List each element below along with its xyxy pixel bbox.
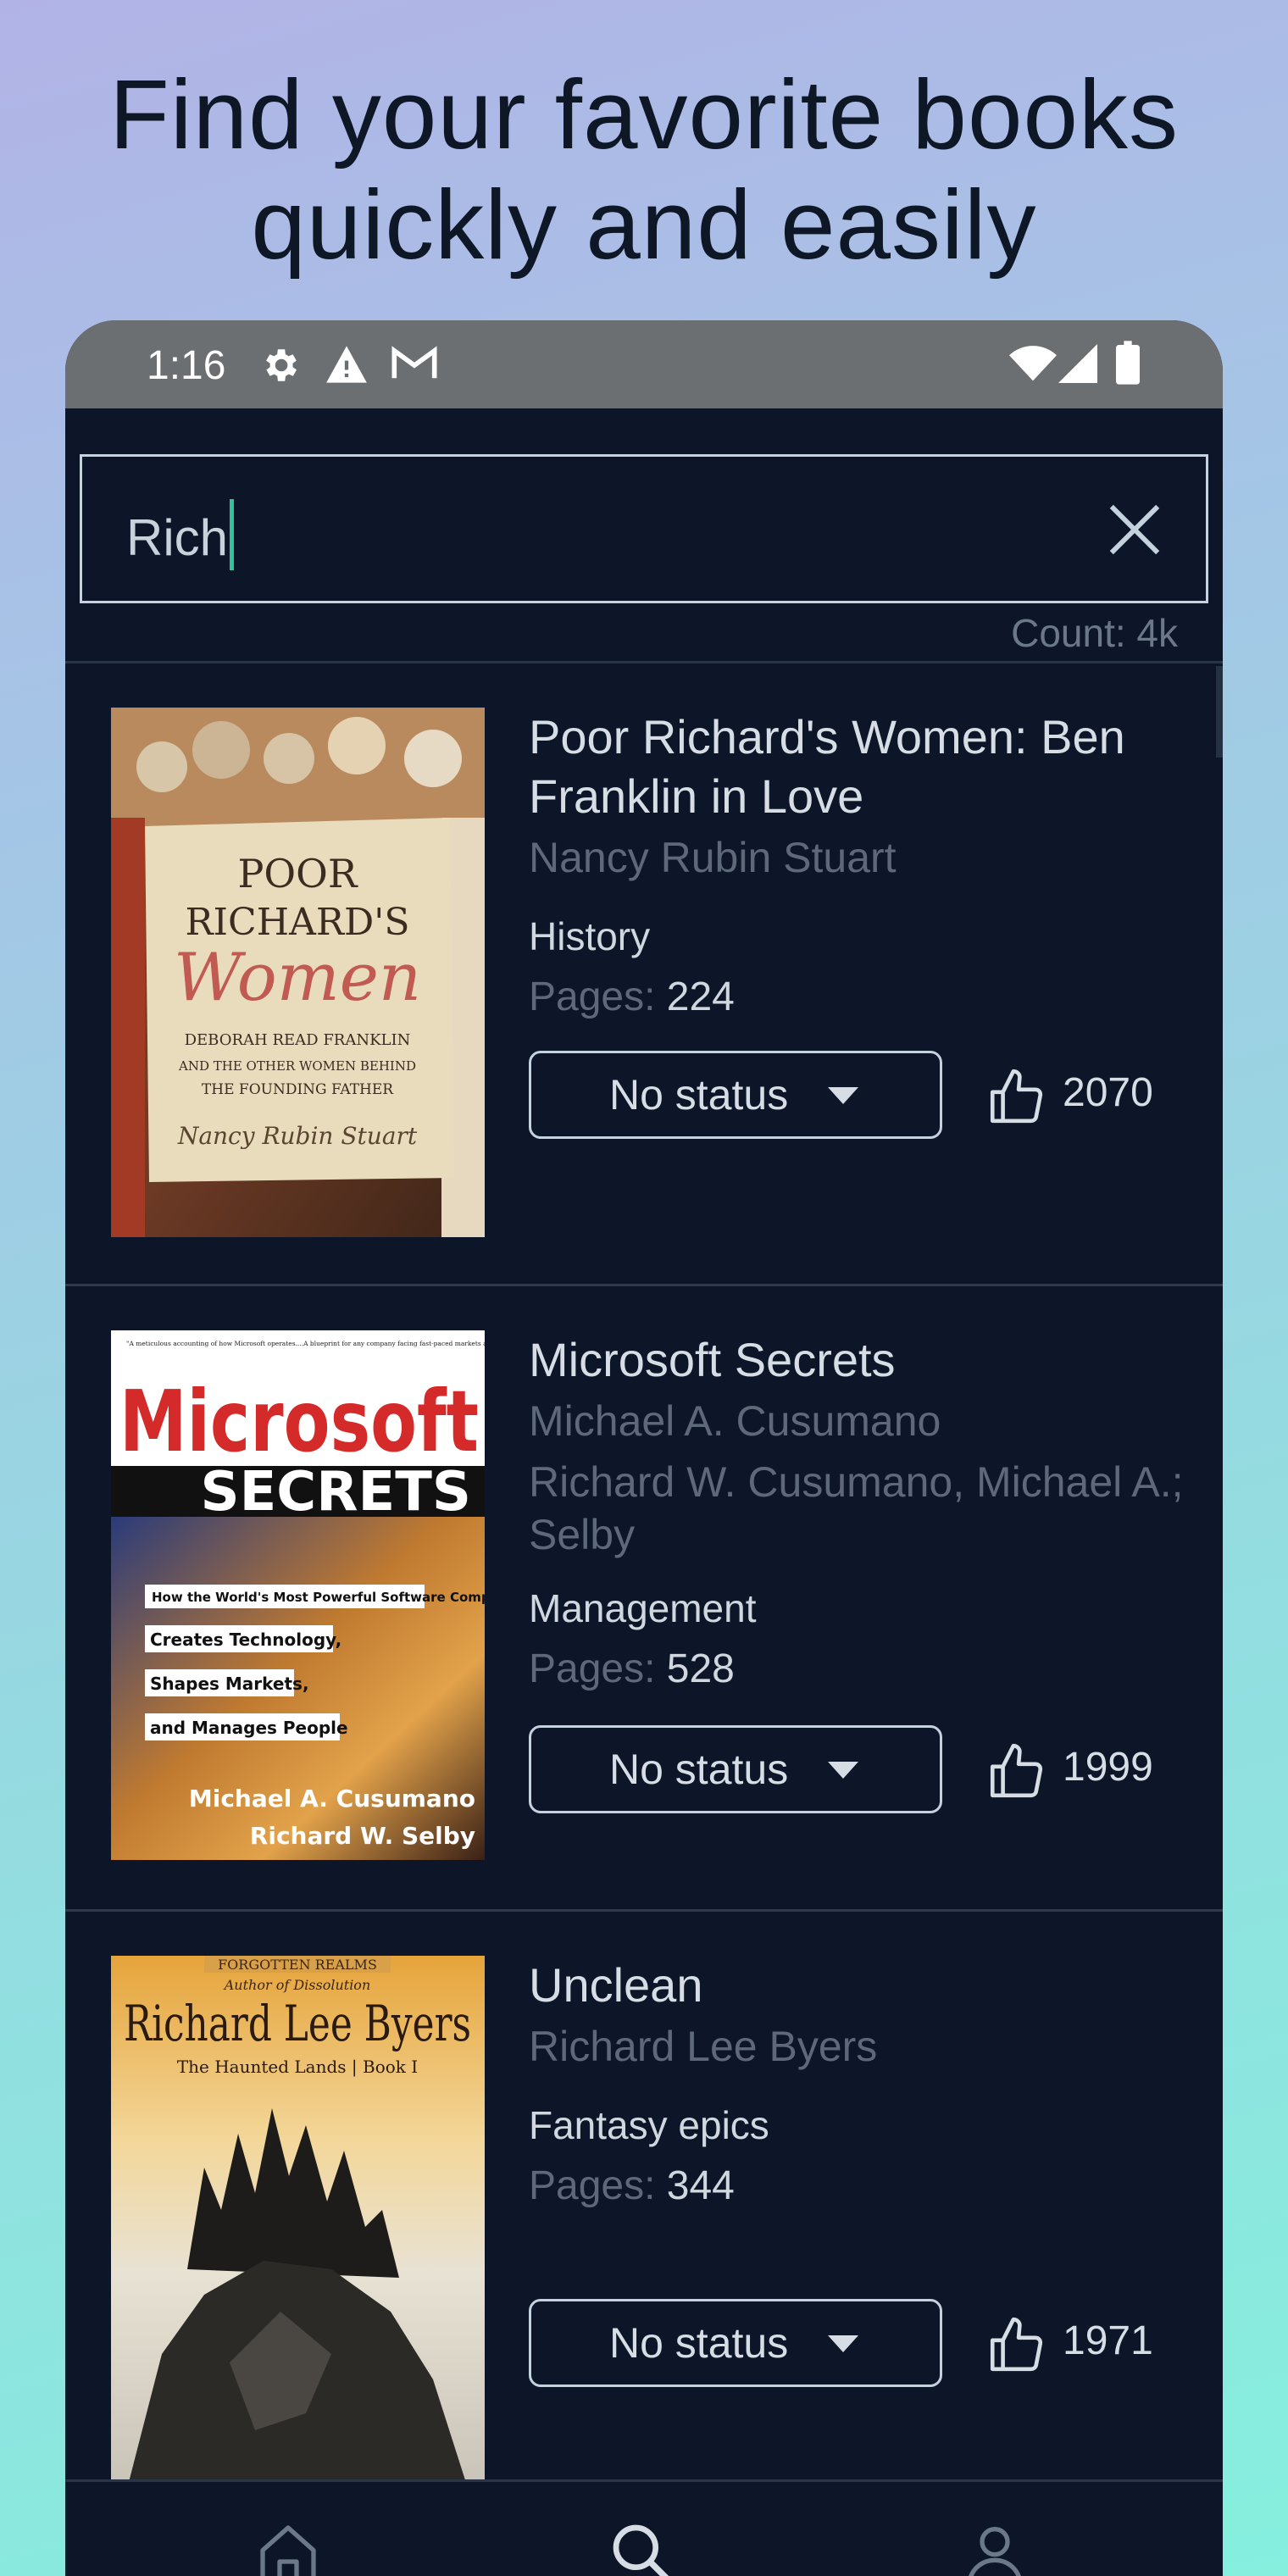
cover-text: Microsoft (119, 1372, 479, 1471)
book-cover[interactable]: "A meticulous accounting of how Microsof… (111, 1330, 485, 1860)
book-genre: History (529, 914, 651, 958)
book-info: Poor Richard's Women: Ben Franklin in Lo… (529, 708, 1189, 1023)
book-pages: Pages: 528 (529, 1644, 1189, 1695)
book-cover-image: POOR RICHARD'S Women DEBORAH READ FRANKL… (111, 708, 485, 1237)
book-author: Richard W. Cusumano, Michael A.; Selby (529, 1458, 1184, 1558)
battery-icon (1116, 341, 1140, 385)
status-time: 1:16 (147, 343, 226, 388)
status-dropdown[interactable]: No status (529, 1051, 942, 1139)
search-icon[interactable] (608, 2519, 675, 2576)
cover-text: Richard Lee Byers (124, 1995, 471, 2052)
pages-value: 344 (666, 2163, 735, 2208)
cover-text: SECRETS (200, 1461, 471, 1524)
list-item[interactable]: "A meticulous accounting of how Microsof… (65, 1286, 1223, 1912)
book-title[interactable]: Poor Richard's Women: Ben Franklin in Lo… (529, 708, 1189, 826)
book-author: Nancy Rubin Stuart (529, 834, 897, 881)
cover-text: "A meticulous accounting of how Microsof… (126, 1340, 485, 1347)
status-dropdown-value: No status (609, 1746, 789, 1793)
text-caret (230, 499, 235, 570)
result-count: Count: 4k (1011, 611, 1178, 655)
cover-text: Creates Technology, (150, 1629, 341, 1650)
cover-text: THE FOUNDING FATHER (202, 1081, 394, 1098)
profile-icon[interactable] (961, 2519, 1029, 2576)
status-dropdown-value: No status (609, 1071, 789, 1119)
book-cover-image: FORGOTTEN REALMS Author of Dissolution R… (111, 1956, 485, 2485)
cover-text: The Haunted Lands | Book I (177, 2057, 418, 2078)
cover-text: POOR (237, 851, 358, 897)
thumbs-up-icon[interactable] (985, 2314, 1047, 2377)
search-field[interactable]: Rich (80, 454, 1208, 603)
thumbs-up-icon[interactable] (985, 1066, 1047, 1129)
bottom-navigation (65, 2479, 1223, 2576)
cover-text: Shapes Markets, (150, 1674, 309, 1694)
cover-text: Nancy Rubin Stuart (177, 1122, 418, 1150)
book-genre: Management (529, 1586, 757, 1630)
book-cover-image: "A meticulous accounting of how Microsof… (111, 1330, 485, 1860)
book-info: Unclean Richard Lee Byers Fantasy epics … (529, 1956, 1189, 2212)
like-count: 2070 (1063, 1070, 1153, 1115)
like-count: 1999 (1063, 1745, 1153, 1790)
pages-label: Pages: (529, 2163, 656, 2208)
search-input-value[interactable]: Rich (126, 509, 228, 566)
book-genre: Fantasy epics (529, 2103, 769, 2147)
list-item[interactable]: POOR RICHARD'S Women DEBORAH READ FRANKL… (65, 663, 1223, 1286)
cover-text: RICHARD'S (186, 901, 410, 944)
pages-value: 224 (666, 974, 735, 1019)
pages-label: Pages: (529, 1646, 656, 1691)
signal-icon (1058, 344, 1097, 383)
cover-text: How the World's Most Powerful Software C… (152, 1590, 485, 1605)
dropdown-arrow-icon (828, 2335, 858, 2352)
gear-icon (266, 349, 297, 381)
home-icon[interactable] (254, 2519, 322, 2576)
book-title[interactable]: Unclean (529, 1956, 1189, 2015)
dropdown-arrow-icon (828, 1087, 858, 1104)
dropdown-arrow-icon (828, 1762, 858, 1779)
headline: Find your favorite books quickly and eas… (0, 59, 1288, 280)
cover-text: Michael A. Cusumano (189, 1785, 475, 1813)
book-author: Michael A. Cusumano (529, 1397, 941, 1445)
wifi-icon (1009, 346, 1057, 381)
search-input[interactable]: Rich (126, 499, 235, 570)
book-pages: Pages: 344 (529, 2161, 1189, 2212)
like-count: 1971 (1063, 2318, 1153, 2363)
book-author: Richard Lee Byers (529, 2023, 878, 2070)
headline-line-1: Find your favorite books (109, 59, 1179, 169)
book-title[interactable]: Microsoft Secrets (529, 1330, 1189, 1390)
status-dropdown[interactable]: No status (529, 1725, 942, 1813)
status-bar: 1:16 (65, 320, 1223, 408)
pages-label: Pages: (529, 974, 656, 1019)
cover-text: AND THE OTHER WOMEN BEHIND (178, 1058, 416, 1074)
phone-screen: 1:16 Rich Count: 4k POOR RICHARD'S Women… (65, 320, 1223, 2576)
cover-text: Author of Dissolution (223, 1977, 371, 1993)
book-cover[interactable]: POOR RICHARD'S Women DEBORAH READ FRANKL… (111, 708, 485, 1237)
pages-value: 528 (666, 1646, 735, 1691)
status-dropdown[interactable]: No status (529, 2299, 942, 2387)
clear-search-icon[interactable] (1106, 501, 1163, 558)
cover-text: Richard W. Selby (250, 1822, 475, 1850)
thumbs-up-icon[interactable] (985, 1740, 1047, 1803)
cover-text: Women (174, 940, 421, 1016)
cover-text: and Manages People (150, 1718, 348, 1738)
status-dropdown-value: No status (609, 2319, 789, 2367)
book-cover[interactable]: FORGOTTEN REALMS Author of Dissolution R… (111, 1956, 485, 2485)
cover-text: DEBORAH READ FRANKLIN (185, 1031, 411, 1049)
book-pages: Pages: 224 (529, 972, 1189, 1023)
list-item[interactable]: FORGOTTEN REALMS Author of Dissolution R… (65, 1912, 1223, 2505)
book-info: Microsoft Secrets Michael A. Cusumano Ri… (529, 1330, 1189, 1695)
cover-text: FORGOTTEN REALMS (218, 1957, 377, 1973)
gmail-icon (391, 346, 437, 379)
headline-line-2: quickly and easily (251, 169, 1037, 280)
warning-icon (326, 346, 367, 383)
